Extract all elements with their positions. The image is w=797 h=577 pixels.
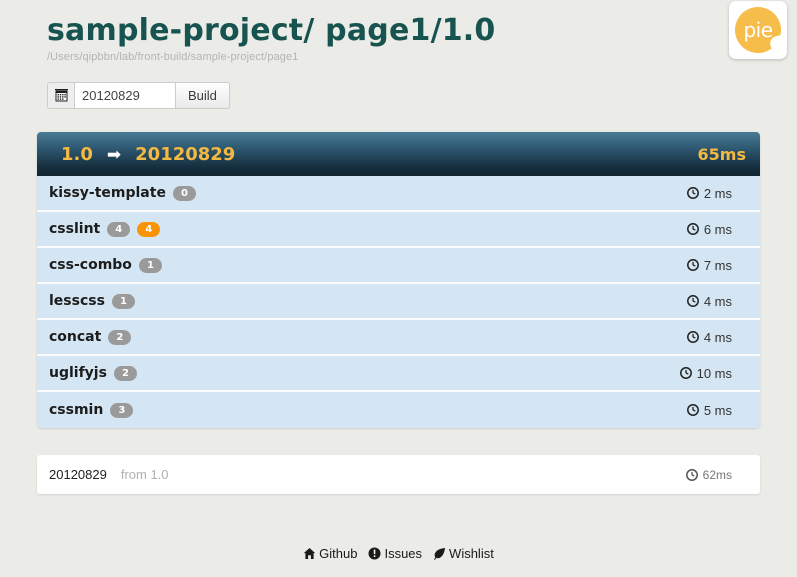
build-date-input[interactable] xyxy=(74,82,176,109)
task-name: uglifyjs xyxy=(49,365,107,381)
summary-time: 62ms xyxy=(685,467,732,482)
total-build-time: 65ms xyxy=(697,144,746,164)
footer-link-label: Github xyxy=(319,546,358,561)
logo-label: pie xyxy=(743,18,773,42)
page-title: sample-project/ page1/1.0 xyxy=(47,13,496,48)
footer-link-label: Wishlist xyxy=(449,546,494,561)
task-duration-text: 10 ms xyxy=(696,365,732,381)
task-badge: 2 xyxy=(113,365,137,381)
task-row[interactable]: kissy-template 0 2 ms xyxy=(37,176,760,212)
task-duration: 6 ms xyxy=(686,221,732,237)
pie-logo[interactable]: pie xyxy=(729,1,787,59)
build-result-card: 1.0 ➡ 20120829 65ms kissy-template 0 2 ms c… xyxy=(37,132,760,428)
task-name: kissy-template xyxy=(49,185,166,201)
task-name: concat xyxy=(49,329,102,345)
footer-link-github[interactable]: Github xyxy=(303,546,357,561)
task-row[interactable]: lesscss 1 4 ms xyxy=(37,284,760,320)
leaf-icon xyxy=(434,548,446,560)
task-info: css-combo 1 xyxy=(49,257,687,273)
summary-labels: 20120829 from 1.0 xyxy=(49,467,686,482)
task-duration: 5 ms xyxy=(686,402,732,418)
footer-link-wishlist[interactable]: Wishlist xyxy=(433,546,494,561)
task-list: kissy-template 0 2 ms csslint 4 4 6 ms css-comb… xyxy=(37,176,760,428)
page-header: sample-project/ page1/1.0 /Users/qipbbn/… xyxy=(47,12,687,63)
task-duration-text: 5 ms xyxy=(703,402,732,418)
project-path: /Users/qipbbn/lab/front-build/sample-pro… xyxy=(47,51,299,63)
task-badge: 1 xyxy=(111,293,135,309)
clock-icon xyxy=(686,404,699,416)
task-info: lesscss 1 xyxy=(49,293,687,309)
task-name: css-combo xyxy=(49,257,132,273)
task-badge: 4 xyxy=(107,221,131,237)
clock-icon xyxy=(685,468,698,481)
home-icon xyxy=(303,548,316,559)
task-row[interactable]: concat 2 4 ms xyxy=(37,320,760,356)
task-duration: 2 ms xyxy=(686,185,732,201)
task-badge-warning: 4 xyxy=(137,221,161,237)
clock-icon xyxy=(686,223,699,235)
summary-date: 20120829 xyxy=(49,467,107,482)
task-name: csslint xyxy=(49,221,101,237)
task-duration-text: 4 ms xyxy=(703,329,732,345)
task-name: lesscss xyxy=(49,293,105,309)
task-duration-text: 4 ms xyxy=(703,293,732,309)
task-badge: 0 xyxy=(172,185,196,201)
task-duration: 4 ms xyxy=(686,329,732,345)
clock-icon xyxy=(679,367,692,379)
build-summary-header: 1.0 ➡ 20120829 65ms xyxy=(37,132,760,176)
task-row[interactable]: uglifyjs 2 10 ms xyxy=(37,356,760,392)
from-version: 1.0 xyxy=(61,143,93,165)
task-duration: 10 ms xyxy=(679,365,732,381)
task-info: uglifyjs 2 xyxy=(49,365,680,381)
build-button[interactable]: Build xyxy=(176,82,230,109)
to-version: 20120829 xyxy=(135,143,236,165)
task-row[interactable]: css-combo 1 7 ms xyxy=(37,248,760,284)
task-row[interactable]: cssmin 3 5 ms xyxy=(37,392,760,428)
build-version-range: 1.0 ➡ 20120829 xyxy=(61,144,698,165)
task-row[interactable]: csslint 4 4 6 ms xyxy=(37,212,760,248)
build-form: Build xyxy=(47,82,230,109)
task-badge: 1 xyxy=(138,257,162,273)
task-duration-text: 6 ms xyxy=(703,221,732,237)
task-duration-text: 2 ms xyxy=(703,185,732,201)
footer-link-issues[interactable]: Issues xyxy=(368,546,422,561)
task-duration: 4 ms xyxy=(686,293,732,309)
task-info: csslint 4 4 xyxy=(49,221,687,237)
clock-icon xyxy=(686,295,699,307)
clock-icon xyxy=(686,187,699,199)
summary-time-text: 62ms xyxy=(702,467,732,482)
calendar-icon[interactable] xyxy=(47,82,74,109)
footer-link-label: Issues xyxy=(384,546,423,561)
arrow-right-icon: ➡ xyxy=(106,144,122,164)
logo-circle: pie xyxy=(735,7,781,53)
calendar-icon-glyph xyxy=(54,89,68,102)
info-circle-icon xyxy=(368,547,381,560)
task-duration-text: 7 ms xyxy=(703,257,732,273)
task-info: kissy-template 0 xyxy=(49,185,687,201)
page-footer: Github Issues Wishlist xyxy=(0,546,797,561)
clock-icon xyxy=(686,331,699,343)
summary-from: from 1.0 xyxy=(120,467,169,482)
task-name: cssmin xyxy=(49,402,104,418)
task-duration: 7 ms xyxy=(686,257,732,273)
task-badge: 2 xyxy=(108,329,132,345)
task-badge: 3 xyxy=(110,402,134,418)
task-info: cssmin 3 xyxy=(49,402,687,418)
build-summary-row[interactable]: 20120829 from 1.0 62ms xyxy=(37,455,760,494)
clock-icon xyxy=(686,259,699,271)
task-info: concat 2 xyxy=(49,329,687,345)
